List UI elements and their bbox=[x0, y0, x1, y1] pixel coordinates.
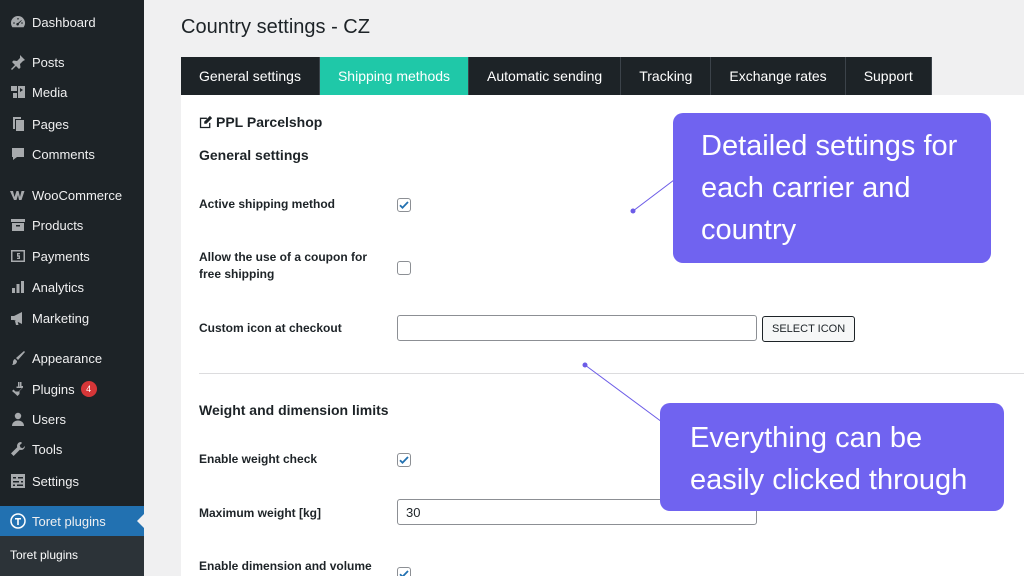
sidebar-item-users[interactable]: Users bbox=[0, 404, 144, 434]
sidebar-item-label: Posts bbox=[32, 54, 65, 70]
tab-automatic-sending[interactable]: Automatic sending bbox=[469, 57, 622, 95]
general-settings-title: General settings bbox=[199, 147, 309, 163]
callout-click-through: Everything can be easily clicked through bbox=[660, 403, 1004, 511]
pin-icon bbox=[8, 54, 28, 70]
active-shipping-checkbox[interactable] bbox=[397, 198, 411, 212]
tab-shipping-methods[interactable]: Shipping methods bbox=[319, 57, 470, 95]
user-icon bbox=[8, 411, 28, 427]
weight-check-checkbox[interactable] bbox=[397, 453, 411, 467]
sidebar-item-label: Dashboard bbox=[32, 14, 96, 30]
sidebar-item-pages[interactable]: Pages bbox=[0, 109, 144, 139]
custom-icon-label: Custom icon at checkout bbox=[199, 321, 342, 335]
dashboard-icon bbox=[8, 14, 28, 30]
coupon-label: Allow the use of a coupon for free shipp… bbox=[199, 250, 367, 281]
sidebar-item-label: Users bbox=[32, 411, 66, 427]
sidebar-item-payments[interactable]: Payments bbox=[0, 241, 144, 271]
sidebar-item-comments[interactable]: Comments bbox=[0, 139, 144, 169]
callout-detailed-settings: Detailed settings for each carrier and c… bbox=[673, 113, 991, 263]
sidebar-item-label: Toret plugins bbox=[32, 513, 106, 529]
sidebar-item-media[interactable]: Media bbox=[0, 77, 144, 107]
sidebar-item-label: WooCommerce bbox=[32, 187, 123, 203]
toret-icon bbox=[8, 513, 28, 529]
select-icon-button[interactable]: SELECT ICON bbox=[762, 316, 856, 342]
submenu-item-toret-plugins[interactable]: Toret plugins bbox=[10, 548, 78, 562]
sidebar-item-label: Appearance bbox=[32, 350, 103, 366]
archive-icon bbox=[8, 217, 28, 233]
carrier-name: PPL Parcelshop bbox=[216, 114, 323, 130]
carrier-heading: PPL Parcelshop bbox=[199, 114, 322, 130]
limits-title: Weight and dimension limits bbox=[199, 402, 389, 418]
page-title: Country settings - CZ bbox=[181, 16, 370, 38]
megaphone-icon bbox=[8, 310, 28, 326]
sidebar-item-label: Products bbox=[32, 217, 84, 233]
media-icon bbox=[8, 84, 28, 100]
tab-tracking[interactable]: Tracking bbox=[621, 57, 712, 95]
sidebar-item-label: Tools bbox=[32, 441, 63, 457]
sidebar-item-label: Analytics bbox=[32, 279, 85, 295]
sidebar-item-settings[interactable]: Settings bbox=[0, 466, 144, 496]
sidebar-item-label: Settings bbox=[32, 473, 79, 489]
sidebar-item-woocommerce[interactable]: WooCommerce bbox=[0, 180, 144, 210]
sidebar-item-posts[interactable]: Posts bbox=[0, 47, 144, 77]
sidebar-item-label: Comments bbox=[32, 146, 95, 162]
comment-icon bbox=[8, 146, 28, 162]
tab-exchange-rates[interactable]: Exchange rates bbox=[711, 57, 846, 95]
settings-icon bbox=[8, 473, 28, 489]
sidebar-item-label: Marketing bbox=[32, 310, 90, 326]
coupon-checkbox[interactable] bbox=[397, 261, 411, 275]
max-weight-label: Maximum weight [kg] bbox=[199, 506, 322, 520]
settings-tabs: General settings Shipping methods Automa… bbox=[181, 57, 932, 95]
sidebar-item-dashboard[interactable]: Dashboard bbox=[0, 7, 144, 37]
tab-general-settings[interactable]: General settings bbox=[181, 57, 320, 95]
plugin-icon bbox=[8, 381, 28, 397]
sidebar-item-tools[interactable]: Tools bbox=[0, 434, 144, 464]
paintbrush-icon bbox=[8, 350, 28, 366]
dimension-checkbox[interactable] bbox=[397, 567, 411, 576]
woocommerce-icon bbox=[8, 187, 28, 203]
custom-icon-input[interactable] bbox=[397, 315, 757, 341]
pages-icon bbox=[8, 116, 28, 132]
sidebar-item-appearance[interactable]: Appearance bbox=[0, 343, 144, 373]
checkmark-icon bbox=[399, 201, 409, 209]
active-shipping-label: Active shipping method bbox=[199, 197, 336, 211]
sidebar-item-products[interactable]: Products bbox=[0, 210, 144, 240]
sidebar-item-label: Plugins bbox=[32, 381, 75, 397]
payments-icon bbox=[8, 248, 28, 264]
wrench-icon bbox=[8, 441, 28, 457]
sidebar-item-plugins[interactable]: Plugins 4 bbox=[0, 374, 144, 404]
edit-icon bbox=[199, 115, 213, 129]
checkmark-icon bbox=[399, 570, 409, 576]
chart-bar-icon bbox=[8, 279, 28, 295]
checkmark-icon bbox=[399, 456, 409, 464]
sidebar-item-marketing[interactable]: Marketing bbox=[0, 303, 144, 333]
dimension-label: Enable dimension and volume bbox=[199, 559, 372, 573]
sidebar-item-label: Payments bbox=[32, 248, 90, 264]
weight-check-label: Enable weight check bbox=[199, 452, 318, 466]
admin-sidebar: Dashboard Posts Media Pages Comments Woo… bbox=[0, 0, 144, 576]
sidebar-item-label: Media bbox=[32, 84, 68, 100]
section-divider bbox=[199, 373, 1024, 374]
sidebar-item-toret-plugins[interactable]: Toret plugins bbox=[0, 506, 144, 536]
sidebar-item-analytics[interactable]: Analytics bbox=[0, 272, 144, 302]
plugins-update-badge: 4 bbox=[80, 381, 97, 397]
sidebar-item-label: Pages bbox=[32, 116, 69, 132]
tab-support[interactable]: Support bbox=[846, 57, 932, 95]
sidebar-submenu: Toret plugins bbox=[0, 536, 144, 576]
